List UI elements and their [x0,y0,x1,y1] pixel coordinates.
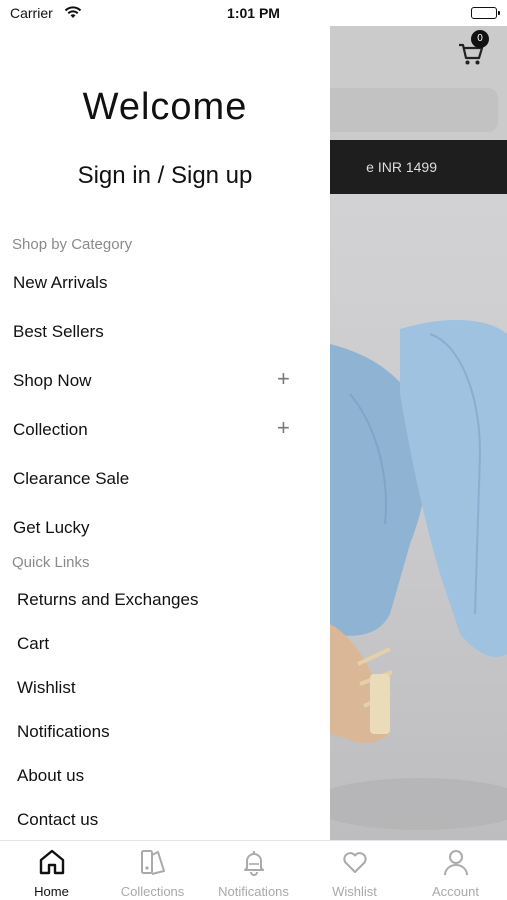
tab-label: Wishlist [332,884,377,899]
search-input[interactable] [330,88,498,132]
promo-banner: e INR 1499 [330,140,507,194]
quick-link-notifications[interactable]: Notifications [17,722,317,750]
cart-count-badge: 0 [471,30,489,48]
hero-image[interactable] [330,194,507,840]
bottom-tab-bar: Home Collections Notifications Wishlist … [0,840,507,900]
category-label: Get Lucky [13,518,90,537]
tab-account[interactable]: Account [405,841,506,900]
section-heading-category: Shop by Category [12,236,133,253]
quick-link-contact-us[interactable]: Contact us [17,810,317,838]
quick-link-wishlist[interactable]: Wishlist [17,678,317,706]
category-item-collection[interactable]: Collection + [13,415,313,445]
category-item-new-arrivals[interactable]: New Arrivals [13,268,313,298]
sign-in-button[interactable]: Sign in / Sign up [0,162,330,190]
side-drawer: Welcome Sign in / Sign up Shop by Catego… [0,26,330,840]
collections-icon [138,847,168,877]
home-icon [37,847,67,877]
tab-wishlist[interactable]: Wishlist [304,841,405,900]
bell-icon [239,847,269,877]
category-label: Clearance Sale [13,469,130,488]
category-item-best-sellers[interactable]: Best Sellers [13,317,313,347]
promo-text: e INR 1499 [366,159,437,175]
category-item-clearance-sale[interactable]: Clearance Sale [13,464,313,494]
expand-plus-icon[interactable]: + [277,415,290,441]
app-screen: Carrier 1:01 PM 0 e INR 1499 Welcome Sig… [0,0,507,900]
page-header: 0 [330,26,507,140]
tab-notifications[interactable]: Notifications [203,841,304,900]
expand-plus-icon[interactable]: + [277,366,290,392]
tab-label: Collections [120,884,185,899]
quick-link-returns[interactable]: Returns and Exchanges [17,590,317,618]
battery-icon [471,7,500,19]
person-icon [441,847,471,877]
tab-label: Notifications [218,884,289,899]
drawer-title: Welcome [82,86,248,128]
heart-icon [340,847,370,877]
status-bar: Carrier 1:01 PM [0,0,507,26]
underlying-home-page[interactable]: 0 e INR 1499 [330,26,507,840]
category-item-get-lucky[interactable]: Get Lucky [13,513,313,543]
category-label: Shop Now [13,371,92,390]
category-label: Best Sellers [13,322,104,341]
category-label: Collection [13,420,88,439]
tab-collections[interactable]: Collections [102,841,203,900]
quick-link-cart[interactable]: Cart [17,634,317,662]
category-label: New Arrivals [13,273,108,292]
tab-home[interactable]: Home [1,841,102,900]
category-item-shop-now[interactable]: Shop Now + [13,366,313,396]
section-heading-quick-links: Quick Links [12,554,90,571]
tab-label: Account [432,884,479,899]
quick-link-about-us[interactable]: About us [17,766,317,794]
clock-time: 1:01 PM [227,5,280,21]
tab-label: Home [34,884,69,899]
